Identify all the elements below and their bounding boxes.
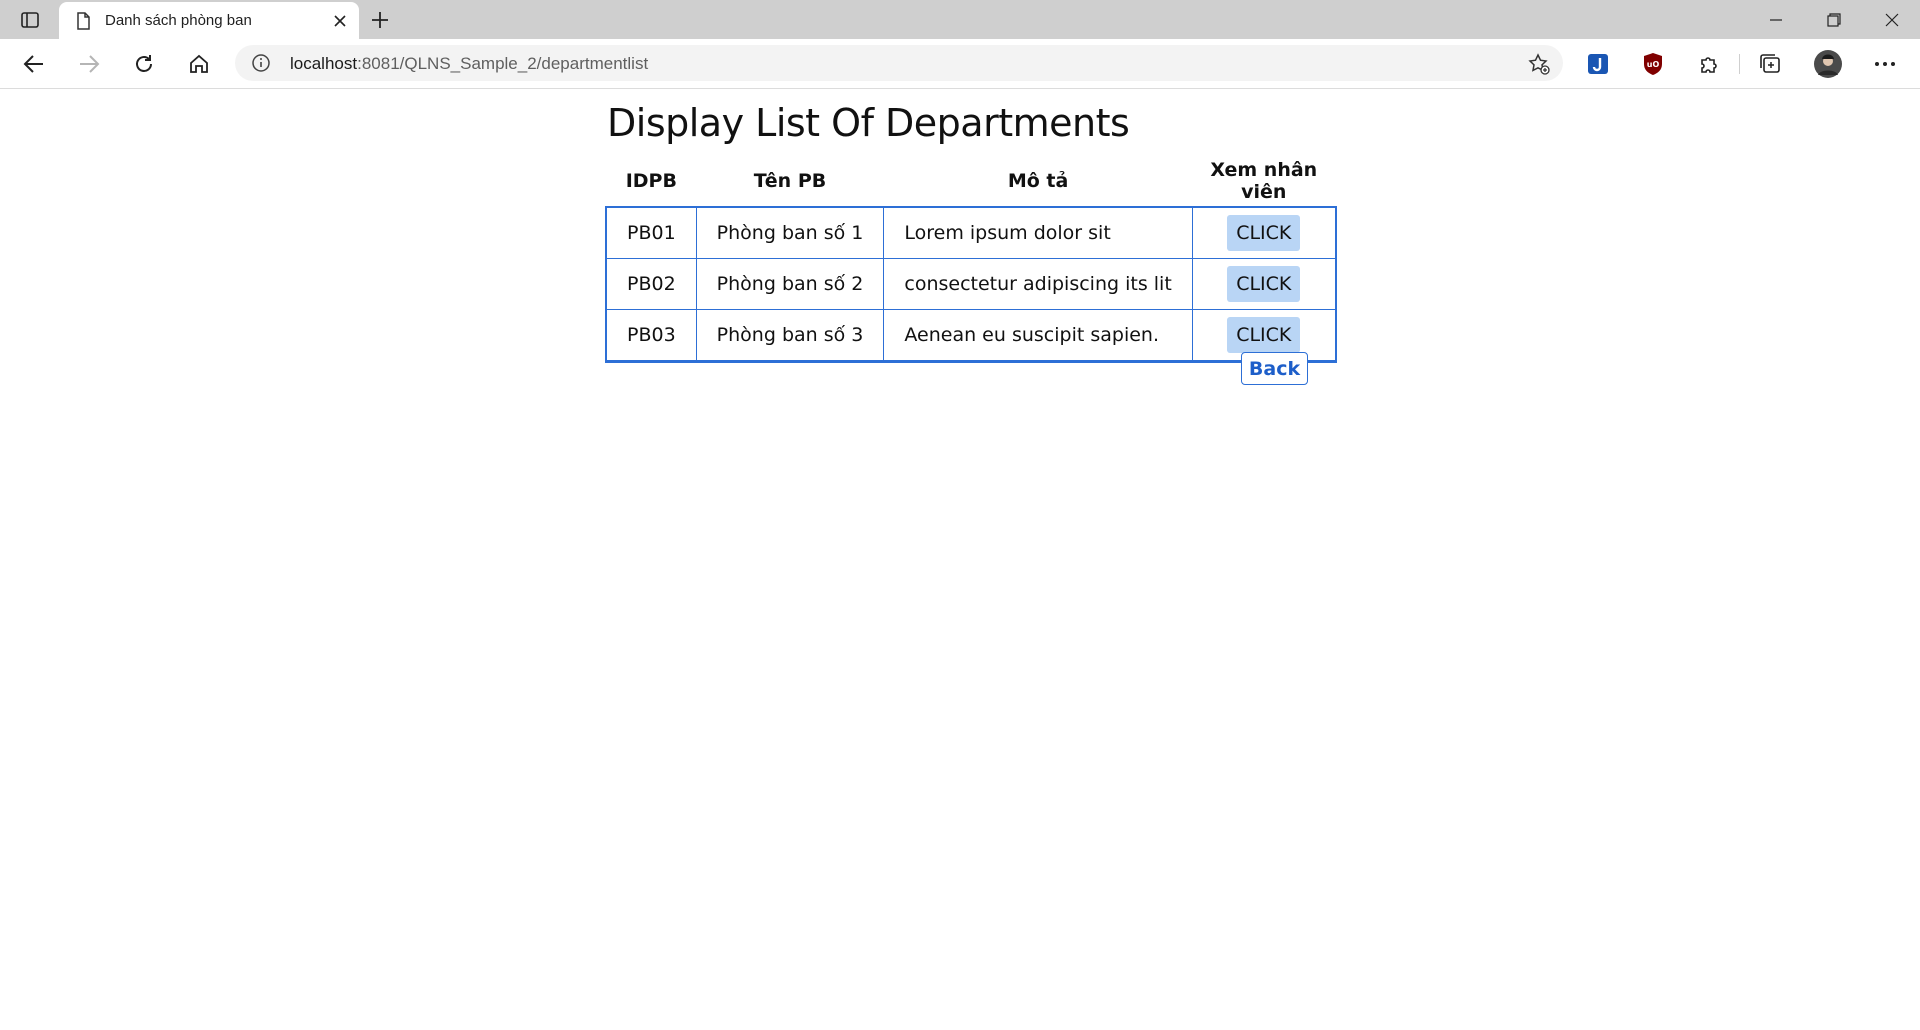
table-header-row: IDPB Tên PB Mô tả Xem nhân viên [607,155,1336,208]
url-host: localhost [290,54,358,73]
cell-id: PB01 [606,207,697,259]
cell-name: Phòng ban số 2 [695,258,885,310]
extensions-puzzle-icon[interactable] [1694,49,1724,79]
back-button[interactable]: Back [1241,352,1308,385]
view-employees-button[interactable]: CLICK [1227,215,1301,251]
cell-action: CLICK [1191,258,1336,310]
cell-desc: consectetur adipiscing its lit [883,258,1193,310]
back-arrow-icon[interactable] [17,47,51,81]
restore-icon[interactable] [1806,0,1862,39]
forward-arrow-icon[interactable] [72,47,106,81]
cell-desc: Lorem ipsum dolor sit [883,207,1193,259]
cell-name: Phòng ban số 1 [695,207,885,259]
cell-desc: Aenean eu suscipit sapien. [883,309,1193,361]
page-title: Display List Of Departments [607,101,1130,145]
minimize-icon[interactable] [1748,0,1804,39]
collections-icon[interactable] [1755,49,1785,79]
browser-toolbar: localhost:8081/QLNS_Sample_2/departmentl… [0,39,1920,89]
header-idpb: IDPB [625,170,677,192]
table-row: PB01 Phòng ban số 1 Lorem ipsum dolor si… [606,207,1336,259]
new-tab-icon[interactable] [366,7,394,33]
page-content: Display List Of Departments IDPB Tên PB … [0,89,1920,1030]
info-icon[interactable] [251,53,271,73]
table-row: PB03 Phòng ban số 3 Aenean eu suscipit s… [606,309,1336,361]
address-bar[interactable]: localhost:8081/QLNS_Sample_2/departmentl… [235,45,1563,81]
page-icon [73,11,93,31]
more-options-icon[interactable] [1870,49,1900,79]
close-window-icon[interactable] [1864,0,1920,39]
cell-name: Phòng ban số 3 [695,309,885,361]
ublock-shield-icon[interactable]: uO [1638,49,1668,79]
cell-id: PB02 [606,258,697,310]
tab-actions-icon[interactable] [14,8,46,32]
header-xem-nhan-vien: Xem nhân viên [1210,159,1318,203]
home-icon[interactable] [182,47,216,81]
add-favorite-icon[interactable] [1527,52,1551,76]
profile-avatar[interactable] [1813,49,1843,79]
view-employees-button[interactable]: CLICK [1227,317,1301,353]
cell-action: CLICK [1191,207,1336,259]
cell-id: PB03 [606,309,697,361]
header-mo-ta: Mô tả [1007,170,1069,192]
table-row: PB02 Phòng ban số 2 consectetur adipisci… [606,258,1336,310]
tab-title: Danh sách phòng ban [105,12,252,29]
url-path: :8081/QLNS_Sample_2/departmentlist [357,54,649,73]
view-employees-button[interactable]: CLICK [1227,266,1301,302]
refresh-icon[interactable] [127,47,161,81]
department-table: IDPB Tên PB Mô tả Xem nhân viên PB01 Phò… [604,155,1338,363]
svg-text:uO: uO [1647,60,1660,69]
tab-bar: Danh sách phòng ban [0,0,1920,39]
header-ten-pb: Tên PB [753,170,827,192]
extension-j-icon[interactable] [1583,49,1613,79]
toolbar-divider [1739,54,1740,74]
close-tab-icon[interactable] [329,10,351,32]
active-tab[interactable]: Danh sách phòng ban [59,2,359,39]
url-text: localhost:8081/QLNS_Sample_2/departmentl… [290,54,648,74]
